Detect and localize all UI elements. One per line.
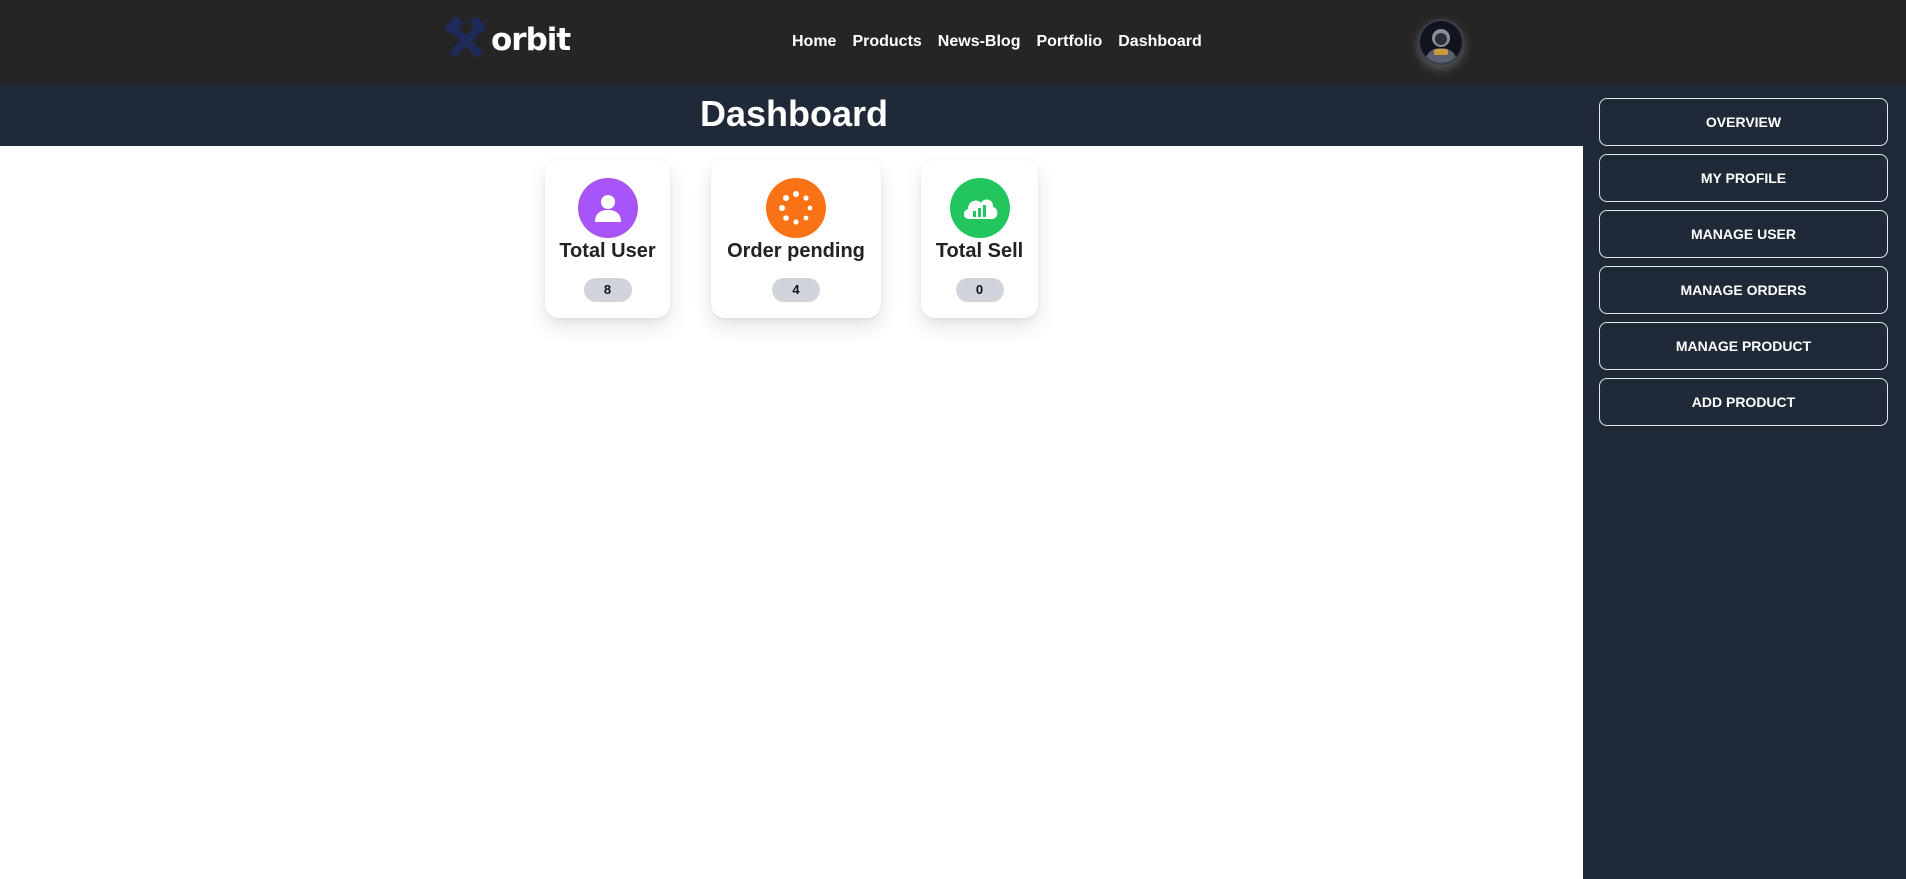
stat-card-order-pending: Order pending 4 xyxy=(711,160,881,318)
sidebar-item-my-profile[interactable]: MY PROFILE xyxy=(1599,154,1888,202)
sidebar-item-add-product[interactable]: ADD PRODUCT xyxy=(1599,378,1888,426)
sidebar-item-manage-product[interactable]: MANAGE PRODUCT xyxy=(1599,322,1888,370)
nav-portfolio[interactable]: Portfolio xyxy=(1036,33,1102,51)
stat-value-badge: 4 xyxy=(772,278,820,302)
sidebar-item-manage-user[interactable]: MANAGE USER xyxy=(1599,210,1888,258)
nav-home[interactable]: Home xyxy=(792,33,836,51)
cloud-chart-icon xyxy=(949,178,1010,238)
stat-label: Order pending xyxy=(727,240,865,262)
dashboard-sidebar: OVERVIEW MY PROFILE MANAGE USER MANAGE O… xyxy=(1583,83,1906,879)
user-icon xyxy=(577,178,638,238)
page-title: Dashboard xyxy=(700,93,889,134)
sidebar-item-overview[interactable]: OVERVIEW xyxy=(1599,98,1888,146)
stat-card-total-user: Total User 8 xyxy=(545,160,670,318)
title-band: Dashboard xyxy=(0,83,1583,146)
stat-value-badge: 0 xyxy=(955,278,1004,302)
stat-value-badge: 8 xyxy=(583,278,632,302)
spinner-icon xyxy=(766,178,826,238)
nav-dashboard[interactable]: Dashboard xyxy=(1118,33,1202,51)
stat-label: Total Sell xyxy=(935,240,1024,262)
stat-label: Total User xyxy=(559,240,656,262)
logo-text: orbit xyxy=(491,21,571,58)
nav-news-blog[interactable]: News-Blog xyxy=(938,33,1021,51)
stat-card-total-sell: Total Sell 0 xyxy=(921,160,1038,318)
user-avatar-icon xyxy=(1420,21,1462,63)
tools-icon xyxy=(444,17,487,58)
top-navbar: orbit Home Products News-Blog Portfolio … xyxy=(0,0,1906,83)
nav-products[interactable]: Products xyxy=(852,33,921,51)
sidebar-item-manage-orders[interactable]: MANAGE ORDERS xyxy=(1599,266,1888,314)
main-nav: Home Products News-Blog Portfolio Dashbo… xyxy=(792,0,1202,83)
logo[interactable]: orbit xyxy=(443,16,571,64)
avatar[interactable] xyxy=(1418,19,1464,65)
